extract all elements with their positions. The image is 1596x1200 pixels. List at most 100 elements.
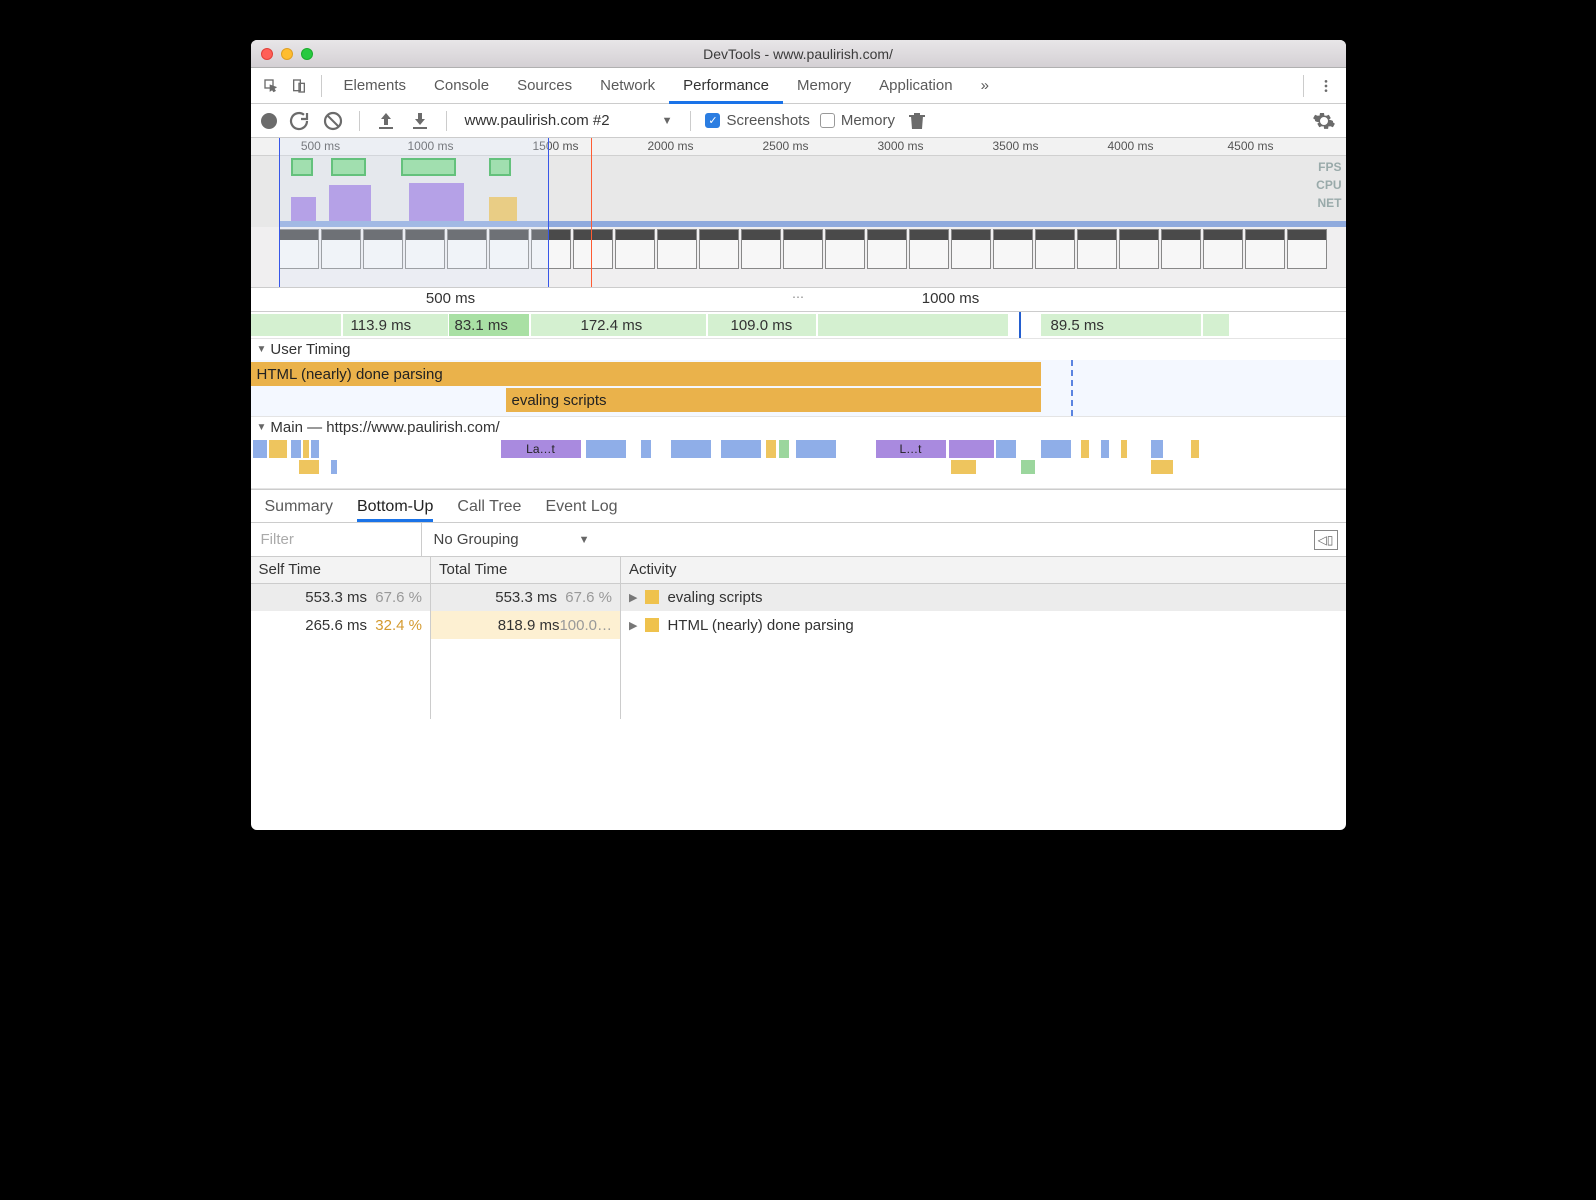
tab-network[interactable]: Network — [586, 68, 669, 104]
screenshot-thumb[interactable] — [783, 229, 823, 269]
screenshot-thumb[interactable] — [1287, 229, 1327, 269]
task-slice[interactable] — [1191, 440, 1199, 458]
task-slice[interactable] — [291, 440, 301, 458]
task-slice[interactable] — [1121, 440, 1127, 458]
screenshot-thumb[interactable] — [321, 229, 361, 269]
screenshot-thumb[interactable] — [951, 229, 991, 269]
user-timing-header[interactable]: ▼ User Timing — [251, 339, 1346, 360]
save-profile-icon[interactable] — [408, 109, 432, 133]
screenshot-thumb[interactable] — [699, 229, 739, 269]
frame-segment[interactable] — [251, 314, 341, 336]
screenshot-thumb[interactable] — [993, 229, 1033, 269]
task-slice[interactable] — [331, 460, 337, 474]
table-row[interactable]: 265.6 ms 32.4 % 818.9 ms100.0… ▶ HTML (n… — [251, 611, 1346, 639]
task-slice[interactable] — [951, 460, 976, 474]
tab-sources[interactable]: Sources — [503, 68, 586, 104]
table-row[interactable]: 553.3 ms 67.6 % 553.3 ms 67.6 % ▶ evalin… — [251, 583, 1346, 611]
task-slice[interactable] — [641, 440, 651, 458]
screenshot-thumb[interactable] — [1245, 229, 1285, 269]
expand-icon[interactable]: ▶ — [629, 591, 637, 604]
load-profile-icon[interactable] — [374, 109, 398, 133]
capture-settings-icon[interactable] — [1312, 109, 1336, 133]
task-slice[interactable] — [1041, 440, 1071, 458]
tab-memory[interactable]: Memory — [783, 68, 865, 104]
screenshot-thumb[interactable] — [615, 229, 655, 269]
screenshot-thumb[interactable] — [1161, 229, 1201, 269]
task-slice[interactable] — [779, 440, 789, 458]
screenshot-thumb[interactable] — [1035, 229, 1075, 269]
screenshot-thumb[interactable] — [1203, 229, 1243, 269]
tab-elements[interactable]: Elements — [330, 68, 421, 104]
heaviest-stack-toggle-icon[interactable]: ◁▯ — [1314, 530, 1338, 550]
task-slice[interactable] — [1151, 440, 1163, 458]
more-options-icon[interactable] — [1312, 72, 1340, 100]
task-slice[interactable] — [299, 460, 319, 474]
task-slice[interactable] — [671, 440, 711, 458]
task-slice[interactable] — [586, 440, 626, 458]
task-slice[interactable] — [1101, 440, 1109, 458]
screenshot-thumb[interactable] — [531, 229, 571, 269]
grouping-select[interactable]: No Grouping ▼ — [421, 523, 602, 556]
screenshot-thumb[interactable] — [447, 229, 487, 269]
tabs-overflow-button[interactable]: » — [967, 68, 1003, 104]
task-slice[interactable] — [311, 440, 319, 458]
user-timing-bar[interactable]: HTML (nearly) done parsing — [251, 362, 1041, 386]
task-slice[interactable]: La…t — [501, 440, 581, 458]
task-slice[interactable] — [766, 440, 776, 458]
task-slice[interactable] — [253, 440, 267, 458]
task-slice[interactable] — [796, 440, 836, 458]
frames-row[interactable]: ▶ Frames 113.9 ms 83.1 ms 172.4 ms 109.0… — [251, 312, 1346, 338]
tab-summary[interactable]: Summary — [265, 498, 333, 522]
task-slice[interactable] — [949, 440, 994, 458]
device-toolbar-icon[interactable] — [285, 72, 313, 100]
user-timing-bar[interactable]: evaling scripts — [506, 388, 1041, 412]
flamechart-ruler[interactable]: 500 ms 1000 ms ⋯ — [251, 288, 1346, 312]
frame-segment[interactable] — [818, 314, 1008, 336]
screenshot-thumb[interactable] — [573, 229, 613, 269]
screenshot-thumb[interactable] — [489, 229, 529, 269]
task-slice[interactable] — [1151, 460, 1173, 474]
user-timing-bars[interactable]: HTML (nearly) done parsing evaling scrip… — [251, 360, 1346, 416]
frame-segment[interactable] — [1203, 314, 1229, 336]
task-slice[interactable]: L…t — [876, 440, 946, 458]
col-total-time[interactable]: Total Time — [431, 557, 621, 583]
clear-icon[interactable] — [321, 109, 345, 133]
memory-checkbox[interactable]: Memory — [820, 112, 895, 129]
task-slice[interactable] — [721, 440, 761, 458]
task-slice[interactable] — [1021, 460, 1035, 474]
task-slice[interactable] — [996, 440, 1016, 458]
expand-icon[interactable]: ▶ — [629, 619, 637, 632]
flamechart-tracks[interactable]: ▶ Frames 113.9 ms 83.1 ms 172.4 ms 109.0… — [251, 312, 1346, 489]
task-slice[interactable] — [1081, 440, 1089, 458]
col-activity[interactable]: Activity — [621, 557, 1346, 583]
tab-event-log[interactable]: Event Log — [545, 498, 617, 522]
screenshot-thumb[interactable] — [909, 229, 949, 269]
screenshot-thumb[interactable] — [1119, 229, 1159, 269]
task-slice[interactable] — [303, 440, 309, 458]
recording-select[interactable]: www.paulirish.com #2 ▼ — [461, 112, 677, 129]
screenshot-thumb[interactable] — [867, 229, 907, 269]
overview-timeline[interactable]: 500 ms 1000 ms 1500 ms 2000 ms 2500 ms 3… — [251, 138, 1346, 288]
timeline-cursor[interactable] — [1019, 312, 1021, 338]
task-slice[interactable] — [269, 440, 287, 458]
screenshot-thumb[interactable] — [1077, 229, 1117, 269]
screenshot-thumb[interactable] — [279, 229, 319, 269]
tab-console[interactable]: Console — [420, 68, 503, 104]
reload-record-icon[interactable] — [287, 109, 311, 133]
screenshots-checkbox[interactable]: ✓ Screenshots — [705, 112, 809, 129]
screenshot-thumb[interactable] — [405, 229, 445, 269]
screenshot-thumb[interactable] — [363, 229, 403, 269]
screenshot-thumb[interactable] — [657, 229, 697, 269]
garbage-collect-icon[interactable] — [905, 109, 929, 133]
screenshot-thumb[interactable] — [741, 229, 781, 269]
main-thread-header[interactable]: ▼ Main — https://www.paulirish.com/ — [251, 417, 1346, 438]
col-self-time[interactable]: Self Time — [251, 557, 431, 583]
tab-call-tree[interactable]: Call Tree — [457, 498, 521, 522]
tab-bottom-up[interactable]: Bottom-Up — [357, 498, 433, 522]
filter-input[interactable] — [251, 524, 421, 556]
tab-application[interactable]: Application — [865, 68, 966, 104]
inspect-element-icon[interactable] — [257, 72, 285, 100]
tab-performance[interactable]: Performance — [669, 68, 783, 104]
main-thread-flamechart[interactable]: La…t L…t — [251, 438, 1346, 488]
screenshot-thumb[interactable] — [825, 229, 865, 269]
